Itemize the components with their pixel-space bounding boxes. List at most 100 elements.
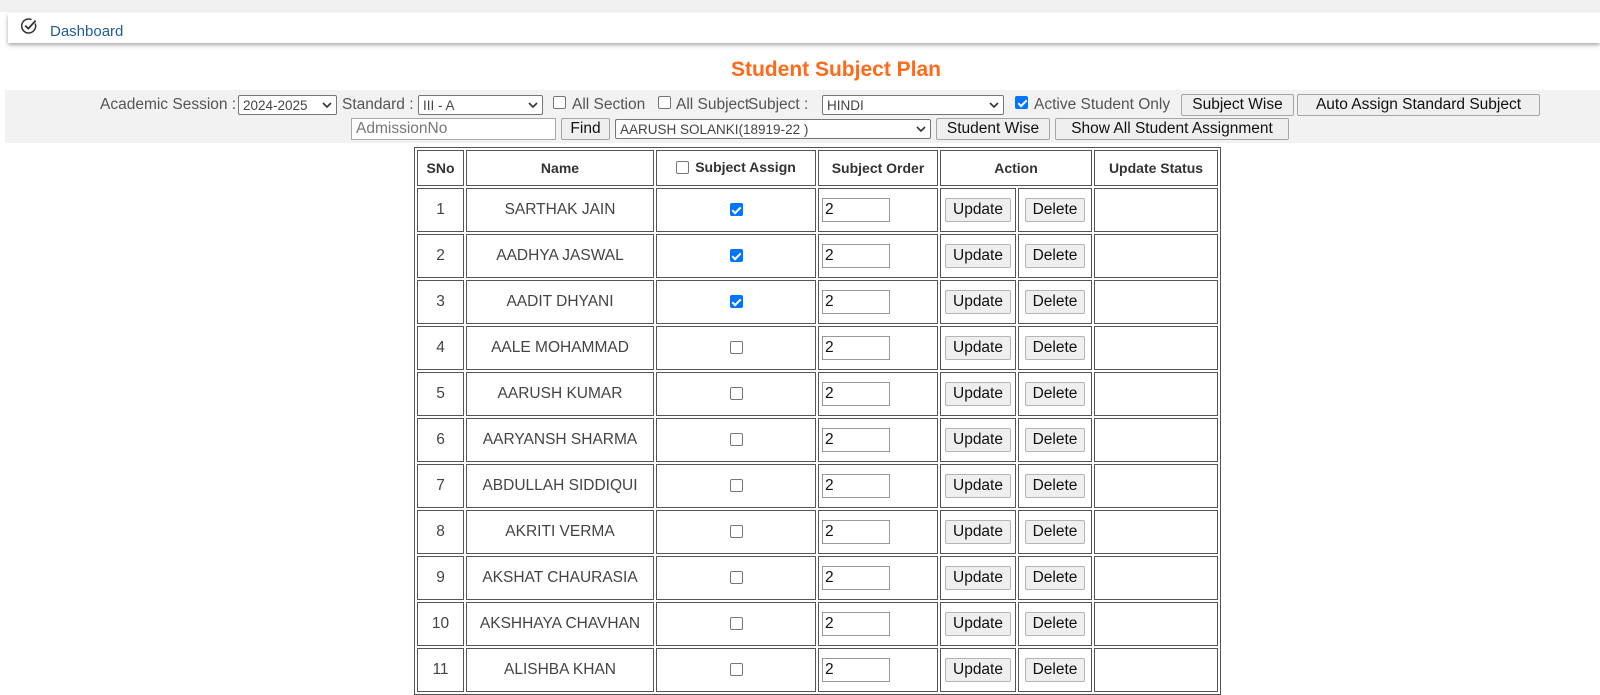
update-button[interactable]: Update <box>945 290 1011 314</box>
standard-label: Standard : <box>342 96 414 113</box>
chevron-down-icon <box>528 102 538 109</box>
cell-name: AALE MOHAMMAD <box>466 326 654 370</box>
subject-assign-checkbox[interactable] <box>729 525 743 539</box>
table-row: 9AKSHAT CHAURASIA Update Delete <box>417 556 1218 600</box>
update-button[interactable]: Update <box>945 244 1011 268</box>
header-update-status: Update Status <box>1094 150 1218 186</box>
subject-assign-checkbox[interactable] <box>729 387 743 401</box>
all-subject-checkbox[interactable] <box>658 96 671 109</box>
update-button[interactable]: Update <box>945 382 1011 406</box>
cell-delete: Delete <box>1018 556 1092 600</box>
update-button[interactable]: Update <box>945 198 1011 222</box>
cell-delete: Delete <box>1018 188 1092 232</box>
subject-order-input[interactable] <box>822 290 890 314</box>
subject-order-input[interactable] <box>822 382 890 406</box>
delete-button[interactable]: Delete <box>1024 382 1086 406</box>
subject-assign-checkbox[interactable] <box>729 617 743 631</box>
table-row: 11ALISHBA KHAN Update Delete <box>417 648 1218 692</box>
subject-order-input[interactable] <box>822 566 890 590</box>
subject-order-input[interactable] <box>822 520 890 544</box>
delete-button[interactable]: Delete <box>1024 612 1086 636</box>
subject-order-input[interactable] <box>822 428 890 452</box>
cell-subject-order <box>818 556 938 600</box>
cell-delete: Delete <box>1018 648 1092 692</box>
update-button[interactable]: Update <box>945 612 1011 636</box>
subject-assign-checkbox[interactable] <box>729 249 743 263</box>
cell-name: AADHYA JASWAL <box>466 234 654 278</box>
subject-order-input[interactable] <box>822 198 890 222</box>
show-all-student-assignment-button[interactable]: Show All Student Assignment <box>1055 118 1289 140</box>
subject-assign-checkbox[interactable] <box>729 295 743 309</box>
subject-assign-checkbox[interactable] <box>729 203 743 217</box>
cell-update: Update <box>940 648 1016 692</box>
standard-select[interactable]: III - A <box>418 95 543 115</box>
cell-delete: Delete <box>1018 326 1092 370</box>
active-student-checkbox[interactable] <box>1015 96 1028 109</box>
all-section-checkbox[interactable] <box>553 96 566 109</box>
subject-order-input[interactable] <box>822 612 890 636</box>
delete-button[interactable]: Delete <box>1024 244 1086 268</box>
subject-order-input[interactable] <box>822 336 890 360</box>
delete-button[interactable]: Delete <box>1024 290 1086 314</box>
active-student-label: Active Student Only <box>1034 96 1171 113</box>
student-select[interactable]: AARUSH SOLANKI(18919-22 ) <box>615 119 931 139</box>
cell-update-status <box>1094 464 1218 508</box>
subject-select[interactable]: HINDI <box>822 95 1004 115</box>
cell-subject-assign <box>656 188 816 232</box>
auto-assign-standard-subject-button[interactable]: Auto Assign Standard Subject <box>1297 94 1540 116</box>
cell-update: Update <box>940 326 1016 370</box>
cell-update-status <box>1094 510 1218 554</box>
header-subject-assign-label: Subject Assign <box>695 159 796 176</box>
cell-update-status <box>1094 326 1218 370</box>
subject-order-input[interactable] <box>822 474 890 498</box>
cell-subject-assign <box>656 326 816 370</box>
delete-button[interactable]: Delete <box>1024 658 1086 682</box>
cell-update: Update <box>940 234 1016 278</box>
cell-update: Update <box>940 280 1016 324</box>
cell-update: Update <box>940 602 1016 646</box>
delete-button[interactable]: Delete <box>1024 336 1086 360</box>
delete-button[interactable]: Delete <box>1024 428 1086 452</box>
table-row: 5AARUSH KUMAR Update Delete <box>417 372 1218 416</box>
table-body: 1SARTHAK JAIN Update Delete 2AADHYA JASWAL U… <box>417 188 1218 692</box>
delete-button[interactable]: Delete <box>1024 520 1086 544</box>
update-button[interactable]: Update <box>945 336 1011 360</box>
subject-assign-checkbox[interactable] <box>729 433 743 447</box>
cell-update-status <box>1094 602 1218 646</box>
subject-order-input[interactable] <box>822 658 890 682</box>
subject-plan-table: SNo Name Subject Assign Subject Order Ac… <box>414 147 1221 695</box>
update-button[interactable]: Update <box>945 520 1011 544</box>
select-all-checkbox[interactable] <box>676 160 690 174</box>
breadcrumb-dashboard-link[interactable]: Dashboard <box>50 23 123 40</box>
subject-order-input[interactable] <box>822 244 890 268</box>
delete-button[interactable]: Delete <box>1024 566 1086 590</box>
subject-assign-checkbox[interactable] <box>729 663 743 677</box>
update-button[interactable]: Update <box>945 658 1011 682</box>
table-row: 4AALE MOHAMMAD Update Delete <box>417 326 1218 370</box>
subject-assign-checkbox[interactable] <box>729 571 743 585</box>
cell-update: Update <box>940 418 1016 462</box>
cell-name: SARTHAK JAIN <box>466 188 654 232</box>
subject-assign-checkbox[interactable] <box>729 479 743 493</box>
header-sno: SNo <box>417 150 464 186</box>
delete-button[interactable]: Delete <box>1024 474 1086 498</box>
delete-button[interactable]: Delete <box>1024 198 1086 222</box>
cell-sno: 7 <box>417 464 464 508</box>
cell-sno: 2 <box>417 234 464 278</box>
subject-assign-checkbox[interactable] <box>729 341 743 355</box>
cell-name: ALISHBA KHAN <box>466 648 654 692</box>
order-cell <box>819 281 937 323</box>
find-button[interactable]: Find <box>561 118 610 140</box>
admission-no-input[interactable] <box>351 118 556 140</box>
student-wise-button[interactable]: Student Wise <box>936 118 1050 140</box>
cell-name: AKSHAT CHAURASIA <box>466 556 654 600</box>
order-cell <box>819 235 937 277</box>
update-button[interactable]: Update <box>945 474 1011 498</box>
update-button[interactable]: Update <box>945 428 1011 452</box>
update-button[interactable]: Update <box>945 566 1011 590</box>
filter-panel: Academic Session : 2024-2025 Standard : … <box>5 90 1600 143</box>
academic-session-select[interactable]: 2024-2025 <box>238 95 337 115</box>
top-strip <box>0 0 1600 12</box>
subject-wise-button[interactable]: Subject Wise <box>1181 94 1294 116</box>
cell-update: Update <box>940 556 1016 600</box>
